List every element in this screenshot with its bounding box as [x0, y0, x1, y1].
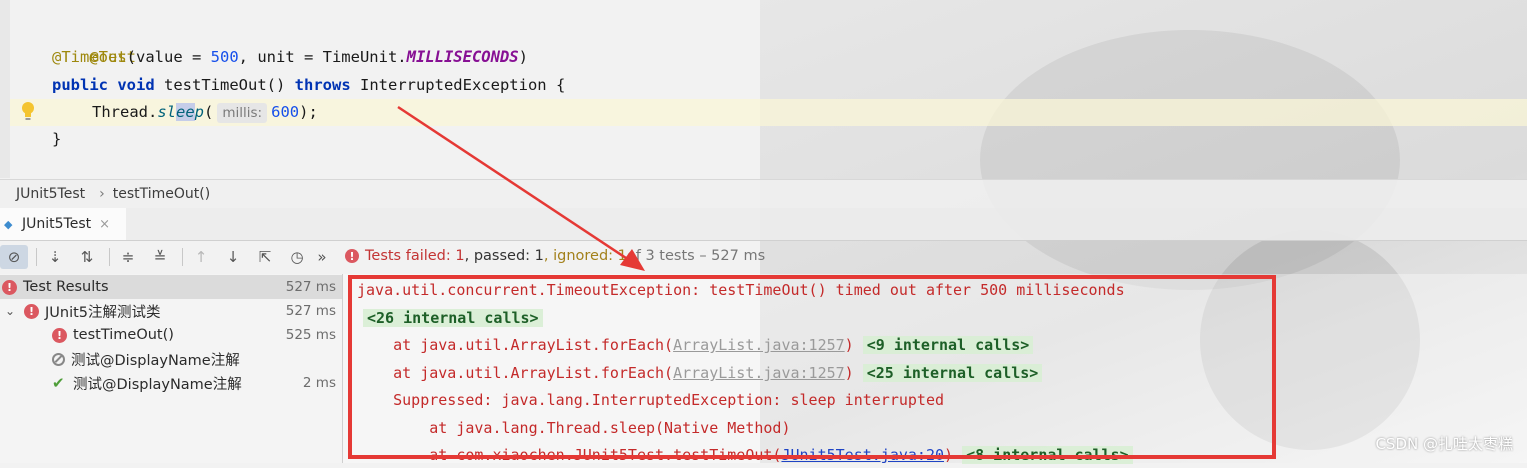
run-config-icon: ◆ [4, 217, 13, 231]
more-icon[interactable]: » [315, 245, 329, 269]
checkmark-icon: ✔ [52, 374, 65, 392]
chevron-down-icon[interactable]: ⌄ [2, 304, 18, 318]
method-sleep: ee [176, 103, 195, 121]
parameter-hint: millis: [217, 103, 268, 123]
keyword-void: void [117, 76, 155, 94]
test-results-tree: ! Test Results 527 ms ⌄ ! JUnit5注解测试类 52… [0, 274, 343, 463]
status-ignored: , ignored: 1 [543, 248, 627, 264]
code-text: (value = [126, 48, 211, 66]
code-line-4[interactable]: Thread.sleep(millis: 600); [92, 99, 318, 126]
collapse-all-icon[interactable]: ≚ [146, 245, 174, 269]
error-icon: ! [24, 303, 39, 319]
divider [182, 247, 183, 266]
breadcrumb-class[interactable]: JUnit5Test [16, 186, 85, 202]
tree-row-class[interactable]: ⌄ ! JUnit5注解测试类 527 ms [0, 299, 342, 323]
code-line-5[interactable]: } [52, 126, 61, 153]
code-text: InterruptedException { [350, 76, 566, 94]
watermark: CSDN @扎哇太枣糕 [1375, 435, 1513, 453]
breadcrumb-method[interactable]: testTimeOut() [113, 186, 210, 202]
ignored-icon [52, 352, 65, 366]
code-text: } [52, 130, 62, 148]
tree-time: 2 ms [302, 375, 336, 391]
keyword-public: public [52, 76, 108, 94]
code-text: ) [518, 48, 528, 66]
timeout-value: 500 [210, 48, 239, 66]
code-line-1[interactable]: @Test [52, 17, 136, 66]
tree-label: testTimeOut() [73, 327, 174, 343]
tree-label: 测试@DisplayName注解 [71, 352, 240, 369]
status-summary: of 3 tests – 527 ms [626, 248, 766, 264]
run-tab-bar: ◆ JUnit5Test × [0, 208, 1527, 241]
method-sleep: p [194, 103, 205, 121]
tree-row-test[interactable]: ! testTimeOut() 525 ms [0, 323, 342, 347]
keyword-throws: throws [294, 76, 351, 94]
tree-time: 525 ms [285, 327, 336, 343]
tab-junit5test[interactable]: ◆ JUnit5Test × [0, 208, 126, 240]
status-failed: Tests failed: 1 [365, 248, 465, 264]
breadcrumb-separator: › [99, 186, 105, 202]
stop-icon[interactable]: ⊘ [0, 244, 28, 269]
test-toolbar: ⊘ ⇣ ⇅ ≑ ≚ ↑ ↓ ⇱ ◷ » [0, 241, 340, 272]
code-line-2[interactable]: @Timeout(value = 500, unit = TimeUnit.MI… [52, 44, 528, 71]
expand-all-icon[interactable]: ≑ [114, 245, 142, 269]
tree-time: 527 ms [285, 279, 336, 295]
breadcrumb: JUnit5Test › testTimeOut() [0, 179, 1527, 208]
error-icon: ! [2, 279, 17, 295]
divider [36, 247, 37, 266]
editor-gutter [0, 0, 10, 178]
tab-label: JUnit5Test [22, 216, 92, 232]
timeunit-constant: MILLISECONDS [406, 48, 519, 66]
lightbulb-icon[interactable] [21, 100, 35, 122]
sleep-value: 600 [271, 103, 300, 121]
close-icon[interactable]: × [99, 217, 110, 232]
method-sleep: sl [157, 103, 176, 121]
tree-label: JUnit5注解测试类 [45, 304, 161, 321]
code-editor[interactable]: @Test @Timeout(value = 500, unit = TimeU… [0, 0, 1527, 178]
tree-time: 527 ms [285, 303, 336, 319]
prev-failed-icon[interactable]: ↑ [187, 245, 215, 269]
code-text: , unit = TimeUnit. [238, 48, 407, 66]
tree-label: 测试@DisplayName注解 [73, 376, 242, 393]
code-text: ( [204, 103, 214, 121]
next-failed-icon[interactable]: ↓ [219, 245, 247, 269]
error-icon: ! [345, 249, 359, 263]
error-icon: ! [52, 327, 67, 343]
tree-row-test-results[interactable]: ! Test Results 527 ms [0, 275, 342, 299]
method-signature: testTimeOut() [154, 76, 295, 94]
tree-row-test[interactable]: ✔ 测试@DisplayName注解 2 ms [0, 371, 342, 395]
code-text: ); [299, 103, 318, 121]
code-text: Thread. [92, 103, 158, 121]
export-icon[interactable]: ⇱ [251, 245, 279, 269]
sort-duration-icon[interactable]: ⇅ [73, 245, 101, 269]
tree-row-test[interactable]: 测试@DisplayName注解 [0, 347, 342, 371]
sort-alpha-icon[interactable]: ⇣ [41, 245, 69, 269]
tree-label: Test Results [23, 279, 109, 295]
history-icon[interactable]: ◷ [283, 245, 311, 269]
test-status: ! Tests failed: 1 , passed: 1 , ignored:… [345, 244, 765, 268]
annotation-timeout: @Timeout [52, 48, 127, 66]
status-passed: , passed: 1 [464, 248, 544, 264]
divider [109, 247, 110, 266]
code-line-3[interactable]: public void testTimeOut() throws Interru… [52, 72, 565, 99]
highlight-box [348, 275, 1276, 459]
